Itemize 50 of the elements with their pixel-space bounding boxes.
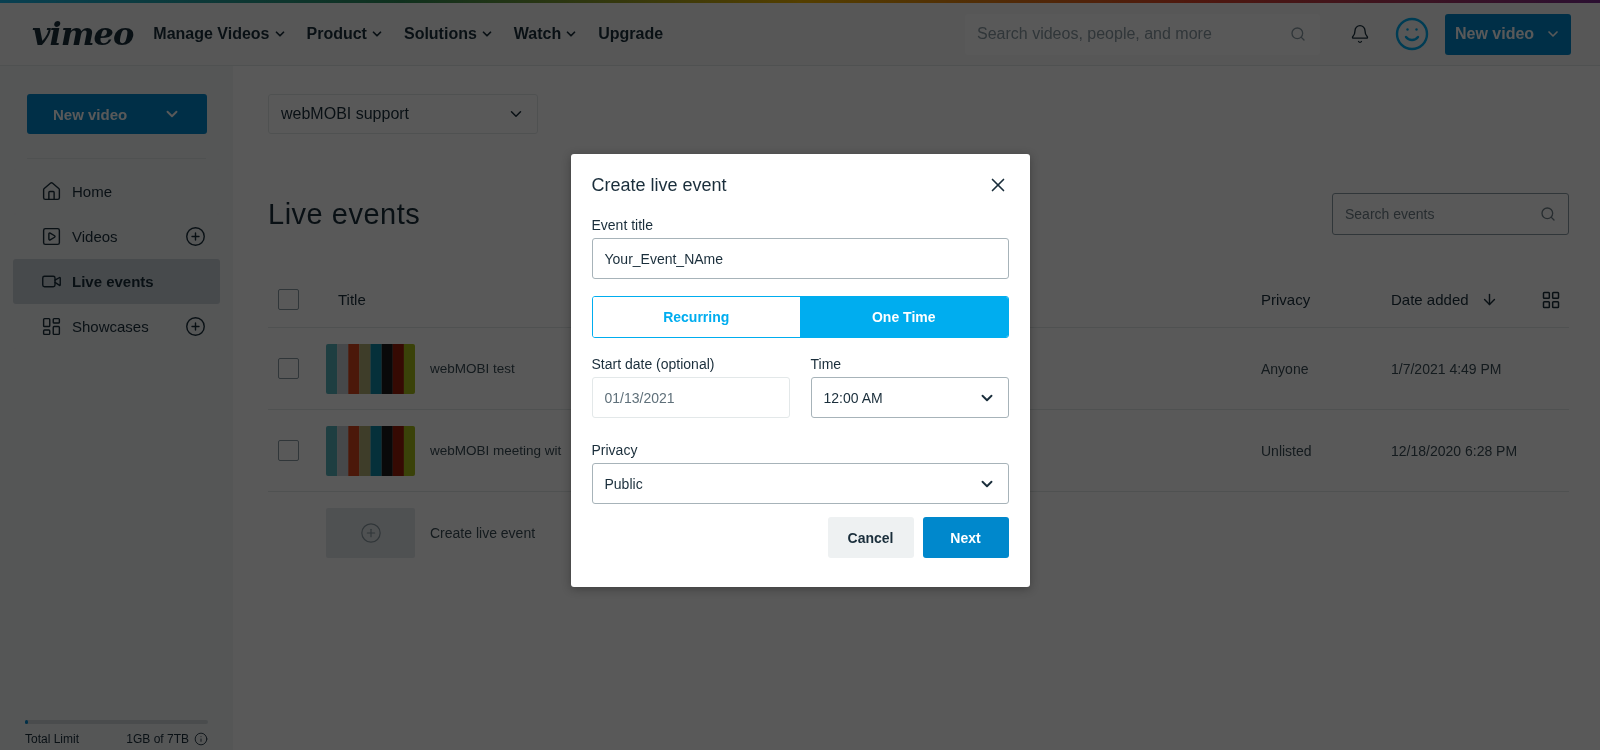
search-icon: [1540, 206, 1556, 222]
search-icon: [1290, 26, 1306, 42]
new-video-button[interactable]: New video: [1445, 13, 1571, 55]
logo[interactable]: vimeo: [32, 15, 134, 53]
create-link[interactable]: Create live event: [430, 525, 536, 541]
new-video-button[interactable]: New video: [27, 94, 207, 134]
table-cell: 1/7/2021 4:49 PM: [1391, 360, 1502, 377]
storage-value: 1GB of 7TB: [126, 732, 189, 746]
column-header[interactable]: Date added: [1391, 291, 1541, 308]
time-dropdown[interactable]: 12:00 AM: [810, 377, 1009, 418]
showcase-icon: [41, 316, 62, 337]
table-cell: webMOBI test: [430, 361, 515, 376]
field-label: Start date (optional): [591, 356, 716, 372]
field-label: Time: [810, 356, 843, 372]
checkbox[interactable]: [278, 358, 299, 379]
next-button[interactable]: Next: [922, 517, 1009, 558]
add-tile[interactable]: [326, 508, 415, 558]
checkbox[interactable]: [278, 440, 299, 461]
avatar-icon[interactable]: [1394, 16, 1430, 52]
checkbox[interactable]: [278, 289, 299, 310]
table-cell: Anyone: [1261, 360, 1309, 377]
toggle-option[interactable]: One Time: [800, 297, 1008, 337]
add-icon: [359, 522, 382, 544]
nav-link[interactable]: Watch: [513, 25, 579, 43]
date-field[interactable]: 01/13/2021: [591, 377, 790, 418]
page-title: Live events: [268, 197, 421, 231]
add-icon[interactable]: [185, 226, 206, 247]
field-label: Privacy: [591, 442, 639, 458]
storage-label: Total Limit: [25, 732, 80, 746]
team-dropdown[interactable]: webMOBI support: [268, 94, 538, 134]
nav-link[interactable]: Product: [306, 25, 384, 43]
table-cell: Unlisted: [1261, 442, 1312, 459]
info-icon[interactable]: [194, 732, 208, 746]
privacy-dropdown[interactable]: Public: [591, 463, 1009, 504]
column-header[interactable]: Privacy: [1261, 291, 1391, 308]
table-cell: webMOBI meeting wit: [430, 443, 562, 458]
nav-link[interactable]: Upgrade: [598, 25, 664, 43]
home-icon: [41, 181, 62, 202]
cancel-button[interactable]: Cancel: [827, 517, 914, 558]
input-field[interactable]: Your_Event_NAme: [591, 238, 1009, 279]
sidebar-item[interactable]: Live events: [13, 259, 220, 304]
field-label: Event title: [591, 217, 654, 233]
nav-link[interactable]: Manage Videos: [153, 25, 287, 43]
table-cell: 12/18/2020 6:28 PM: [1391, 442, 1518, 459]
video-library-icon: [41, 226, 62, 247]
notification-bell-icon[interactable]: [1350, 24, 1370, 44]
dialog-title: Create live event: [591, 174, 727, 196]
add-icon[interactable]: [185, 316, 206, 337]
nav-link[interactable]: Solutions: [403, 25, 494, 43]
grid-view-icon[interactable]: [1541, 289, 1561, 310]
